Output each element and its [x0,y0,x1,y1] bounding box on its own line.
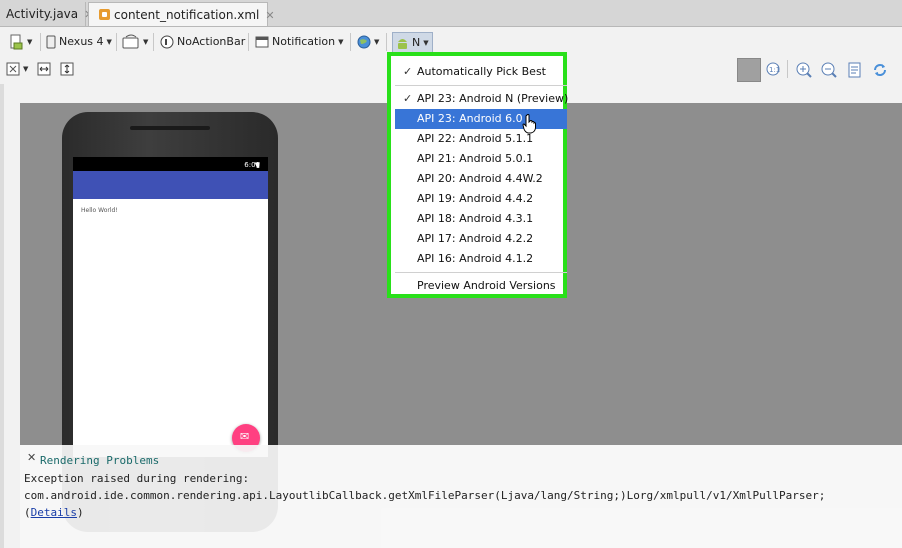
theme-label: NoActionBar [177,35,246,48]
menu-item-label: API 20: Android 4.4W.2 [417,172,543,185]
close-icon[interactable]: ✕ [27,451,36,464]
menu-item-api-20[interactable]: API 20: Android 4.4W.2 [395,169,567,189]
menu-item-api-22[interactable]: API 22: Android 5.1.1 [395,129,567,149]
zoom-out-icon[interactable] [820,61,838,79]
api-level-selector[interactable]: N ▼ [392,32,433,54]
menu-item-label: API 21: Android 5.0.1 [417,152,534,165]
problems-exception: com.android.ide.common.rendering.api.Lay… [24,489,826,502]
tab-activity-java[interactable]: Activity.java✕ [0,2,93,26]
menu-item-label: API 17: Android 4.2.2 [417,232,534,245]
activity-label: Notification [272,35,336,48]
grid-layout-icon [6,62,20,76]
problems-title: Rendering Problems [40,454,160,467]
app-bar[interactable] [73,171,268,199]
menu-item-label: API 22: Android 5.1.1 [417,132,534,145]
check-icon: ✓ [403,92,413,105]
menu-item-api-16[interactable]: API 16: Android 4.1.2 [395,249,567,269]
menu-item-label: API 23: Android 6.0 [417,112,523,125]
menu-item-api-19[interactable]: API 19: Android 4.4.2 [395,189,567,209]
device-icon [46,35,56,49]
hello-text[interactable]: Hello World! [81,207,118,214]
menu-separator [395,85,567,86]
details-link[interactable]: Details [31,506,77,519]
toolbar-separator [153,33,154,51]
check-icon: ✓ [403,65,413,78]
toolbar-separator [116,33,117,51]
tab-label: Activity.java [6,7,79,21]
toolbar-separator [350,33,351,51]
menu-item-label: API 16: Android 4.1.2 [417,252,534,265]
editor-tab-bar: Activity.java✕ content_notification.xml ✕ [0,0,902,27]
document-icon [10,34,23,50]
horizontal-resize-icon [37,62,51,76]
fit-height-button[interactable] [60,59,74,79]
device-label: Nexus 4 [59,35,104,48]
chevron-down-icon: ▼ [143,38,149,46]
layout-mode-button[interactable]: ▼ [6,59,28,79]
tab-content-notification-xml[interactable]: content_notification.xml ✕ [88,2,275,26]
hand-cursor-icon [522,114,536,134]
chevron-down-icon: ▼ [374,38,380,46]
menu-item-api-23-n-preview[interactable]: ✓ API 23: Android N (Preview) [395,89,569,109]
theme-icon [160,35,174,49]
activity-icon [255,36,269,48]
left-gutter [0,84,4,548]
menu-item-label: API 18: Android 4.3.1 [417,212,534,225]
menu-item-label: API 19: Android 4.4.2 [417,192,534,205]
problems-details: (Details) [24,506,84,519]
android-icon [398,39,407,49]
chevron-down-icon: ▼ [338,38,344,46]
phone-status-bar: ▼ ▮ 6:00 [73,157,268,171]
menu-separator [395,272,567,273]
screenshot-icon[interactable] [846,61,864,79]
chevron-down-icon: ▼ [27,38,33,46]
fit-width-button[interactable] [37,59,51,79]
rotate-device-icon [122,34,139,49]
device-selector[interactable]: Nexus 4 ▼ [46,32,112,52]
api-level-dropdown: ✓ Automatically Pick Best ✓ API 23: Androi… [387,52,569,298]
tab-label: content_notification.xml [114,8,260,22]
globe-icon [357,35,371,49]
chevron-down-icon: ▼ [23,65,29,73]
status-time: 6:00 [244,161,260,169]
activity-selector[interactable]: Notification ▼ [255,32,344,52]
menu-item-api-21[interactable]: API 21: Android 5.0.1 [395,149,567,169]
chevron-down-icon: ▼ [106,38,112,46]
refresh-icon[interactable] [871,61,889,79]
xml-file-icon [99,9,110,20]
menu-item-api-17[interactable]: API 17: Android 4.2.2 [395,229,567,249]
menu-item-label: Preview Android Versions [417,279,556,292]
menu-item-label: API 23: Android N (Preview) [417,92,569,105]
toolbar-separator [40,33,41,51]
phone-speaker [130,126,210,130]
locale-selector[interactable]: ▼ [357,32,379,52]
toolbar-separator [386,33,387,51]
phone-screen[interactable] [73,157,268,457]
chevron-down-icon: ▼ [423,39,429,47]
problems-message: Exception raised during rendering: [24,472,250,485]
zoom-in-icon[interactable] [795,61,813,79]
zoom-actual-size-button[interactable] [737,58,761,82]
vertical-resize-icon [60,62,74,76]
api-level-label: N [412,36,421,49]
menu-item-auto-pick-best[interactable]: ✓ Automatically Pick Best [395,62,567,82]
zoom-fit-icon[interactable]: 1:1 [765,61,783,79]
toolbar-separator [248,33,249,51]
orientation-selector[interactable]: ▼ [122,32,148,52]
menu-item-api-23[interactable]: API 23: Android 6.0 [395,109,567,129]
menu-item-preview-android-versions[interactable]: Preview Android Versions [395,276,567,296]
menu-item-label: Automatically Pick Best [417,65,546,78]
theme-selector[interactable]: NoActionBar [160,32,245,52]
menu-item-api-18[interactable]: API 18: Android 4.3.1 [395,209,567,229]
svg-text:1:1: 1:1 [769,66,780,74]
close-icon[interactable]: ✕ [265,9,274,22]
design-surface-button[interactable]: ▼ [8,32,32,52]
toolbar-separator [787,60,788,78]
